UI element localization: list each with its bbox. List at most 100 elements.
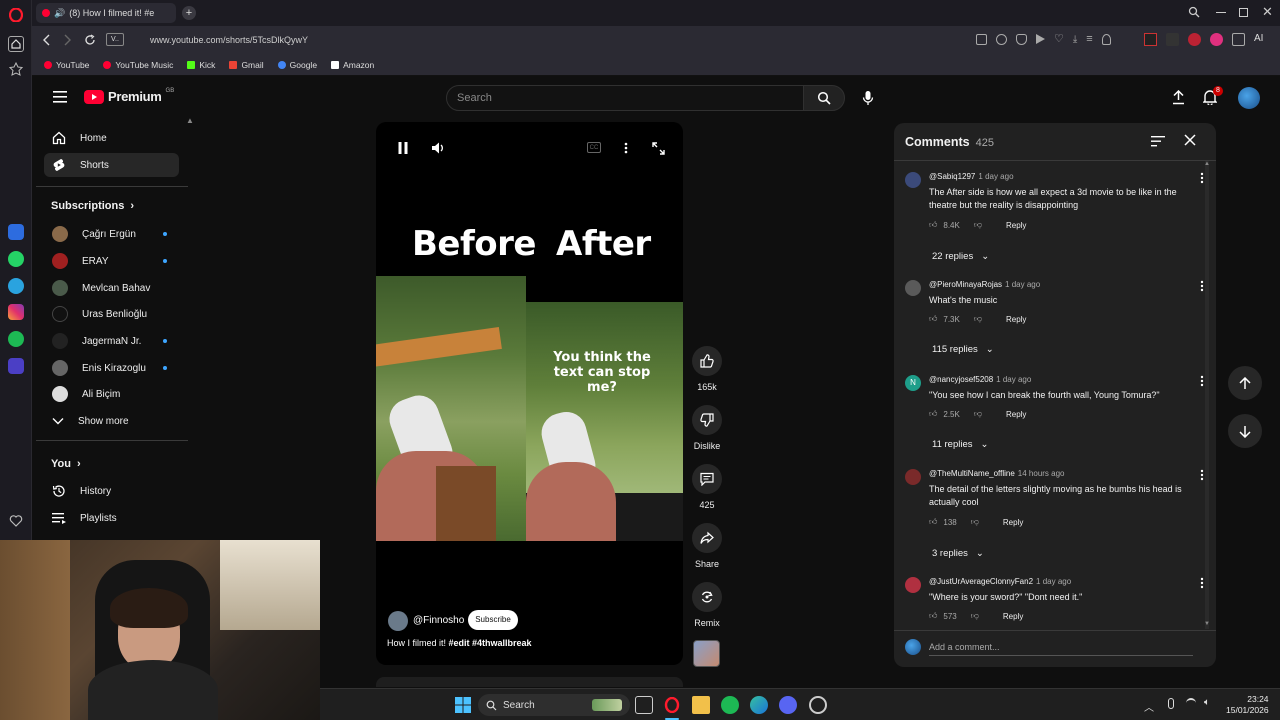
hamburger-menu-icon[interactable] <box>53 91 67 103</box>
scroll-down-icon[interactable]: ▼ <box>1204 621 1210 627</box>
comment-author[interactable]: @nancyjosef5208 1 day ago <box>929 375 1031 384</box>
minimize-button[interactable] <box>1216 12 1226 13</box>
workspace-icon[interactable] <box>8 36 24 52</box>
reply-button[interactable]: Reply <box>1006 315 1026 324</box>
subscription-item[interactable]: Çağrı Ergün <box>44 222 179 246</box>
instagram-icon[interactable] <box>8 304 24 320</box>
hashtags[interactable]: #edit #4thwallbreak <box>449 638 532 648</box>
sort-icon[interactable] <box>1151 136 1165 147</box>
share-button[interactable] <box>692 523 722 553</box>
vpn-badge[interactable]: V.. <box>106 33 124 46</box>
opera-taskbar-icon[interactable] <box>663 696 681 714</box>
taskbar-search[interactable]: Search <box>478 694 630 716</box>
close-window-button[interactable]: ✕ <box>1262 4 1273 20</box>
profile-icon[interactable] <box>1101 34 1111 45</box>
more-options-icon[interactable] <box>622 141 630 155</box>
channel-avatar[interactable] <box>388 611 408 631</box>
guide-item-playlists[interactable]: Playlists <box>44 506 179 530</box>
search-button[interactable] <box>803 85 845 111</box>
comment-menu-icon[interactable] <box>1200 280 1204 292</box>
thumbs-down-icon[interactable]: 👎︎ <box>974 220 982 230</box>
thumbs-down-icon[interactable]: 👎︎ <box>971 611 979 621</box>
ai-button[interactable]: AI <box>1254 33 1263 44</box>
comment-author[interactable]: @JustUrAverageClonnyFan2 1 day ago <box>929 577 1071 586</box>
reply-button[interactable]: Reply <box>1003 612 1023 621</box>
commenter-avatar[interactable]: N <box>905 375 921 391</box>
comments-action[interactable]: 425 <box>690 464 724 510</box>
captions-icon[interactable]: CC <box>587 142 601 153</box>
commenter-avatar[interactable] <box>905 172 921 188</box>
thumbs-down-icon[interactable]: 👎︎ <box>974 314 982 324</box>
shorts-player[interactable]: CC Before After You think the text can s… <box>376 122 683 665</box>
thumbs-up-icon[interactable]: 👍︎ <box>929 409 937 419</box>
speaker-icon[interactable]: 🔊 <box>54 8 65 19</box>
microphone-icon[interactable] <box>1168 698 1174 709</box>
subscription-item[interactable]: ERAY <box>44 249 179 273</box>
extension-icon[interactable] <box>1188 33 1201 46</box>
subscriptions-heading[interactable]: Subscriptions › <box>51 200 134 212</box>
replies-toggle[interactable]: 115 replies ⌄ <box>932 344 994 355</box>
edit-icon[interactable] <box>976 34 987 45</box>
thumbs-up-icon[interactable]: 👍︎ <box>929 517 937 527</box>
pinboard-icon[interactable] <box>9 62 23 76</box>
replies-toggle[interactable]: 22 replies ⌄ <box>932 251 989 262</box>
tab-search-icon[interactable] <box>1188 6 1200 18</box>
extension-icon[interactable] <box>1166 33 1179 46</box>
spotify-taskbar-icon[interactable] <box>721 696 739 714</box>
commenter-avatar[interactable] <box>905 469 921 485</box>
subscription-item[interactable]: Ali Biçim <box>44 382 179 406</box>
comment-menu-icon[interactable] <box>1200 375 1204 387</box>
volume-icon[interactable] <box>431 141 445 155</box>
voice-search-button[interactable] <box>855 85 881 111</box>
heart-icon[interactable]: ♡ <box>1054 34 1064 45</box>
dislike-action[interactable]: Dislike <box>690 405 724 451</box>
active-tab[interactable]: 🔊 (8) How I filmed it! #e <box>36 3 176 23</box>
channel-handle[interactable]: @Finnosho <box>413 615 464 626</box>
scrollbar-track[interactable] <box>1205 161 1209 629</box>
wifi-icon[interactable] <box>1186 698 1196 708</box>
camera-icon[interactable] <box>996 34 1007 45</box>
remix-action[interactable]: Remix <box>690 582 724 628</box>
fullscreen-icon[interactable] <box>651 141 665 155</box>
discord-icon[interactable] <box>779 696 797 714</box>
search-input[interactable]: Search <box>446 85 804 111</box>
telegram-icon[interactable] <box>8 278 24 294</box>
next-short-preview[interactable] <box>376 677 683 687</box>
new-tab-button[interactable]: + <box>182 6 196 20</box>
subscription-item[interactable]: Mevlcan Bahav <box>44 276 179 300</box>
add-comment-input[interactable]: Add a comment... <box>929 640 1193 656</box>
you-heading[interactable]: You › <box>51 458 81 470</box>
close-icon[interactable] <box>1184 134 1196 146</box>
share-action[interactable]: Share <box>690 523 724 569</box>
thumbs-up-icon[interactable]: 👍︎ <box>929 611 937 621</box>
file-explorer-icon[interactable] <box>692 696 710 714</box>
url-field[interactable]: www.youtube.com/shorts/5TcsDlkQywY <box>136 31 956 49</box>
commenter-avatar[interactable] <box>905 280 921 296</box>
next-short-button[interactable] <box>1228 414 1262 448</box>
guide-item-home[interactable]: Home <box>44 126 179 150</box>
subscription-item[interactable]: Uras Benlioğlu <box>44 302 179 326</box>
thumbs-down-icon[interactable]: 👎︎ <box>974 409 982 419</box>
comment-menu-icon[interactable] <box>1200 469 1204 481</box>
account-avatar[interactable] <box>1238 87 1260 109</box>
bookmark-youtube-music[interactable]: YouTube Music <box>103 60 173 70</box>
bookmark-gmail[interactable]: Gmail <box>229 60 264 70</box>
bookmark-google[interactable]: Google <box>277 60 317 70</box>
reload-icon[interactable] <box>84 34 96 46</box>
comment-author[interactable]: @PieroMinayaRojas 1 day ago <box>929 280 1040 289</box>
like-action[interactable]: 165k <box>690 346 724 392</box>
like-button[interactable] <box>692 346 722 376</box>
pause-icon[interactable] <box>396 141 410 155</box>
comment-author[interactable]: @Sabiq1297 1 day ago <box>929 172 1014 181</box>
volume-icon[interactable]: 🔈︎ <box>1204 697 1210 708</box>
remix-button[interactable] <box>692 582 722 612</box>
maximize-button[interactable] <box>1239 8 1248 17</box>
bookmark-amazon[interactable]: Amazon <box>331 60 374 70</box>
comment-author[interactable]: @TheMultiName_offline 14 hours ago <box>929 469 1065 478</box>
bookmark-kick[interactable]: Kick <box>187 60 215 70</box>
clock[interactable]: 23:24 15/01/2026 <box>1226 694 1269 716</box>
extension-icon[interactable] <box>1210 33 1223 46</box>
player-icon[interactable] <box>8 358 24 374</box>
reply-button[interactable]: Reply <box>1006 410 1026 419</box>
replies-toggle[interactable]: 11 replies ⌄ <box>932 439 988 450</box>
